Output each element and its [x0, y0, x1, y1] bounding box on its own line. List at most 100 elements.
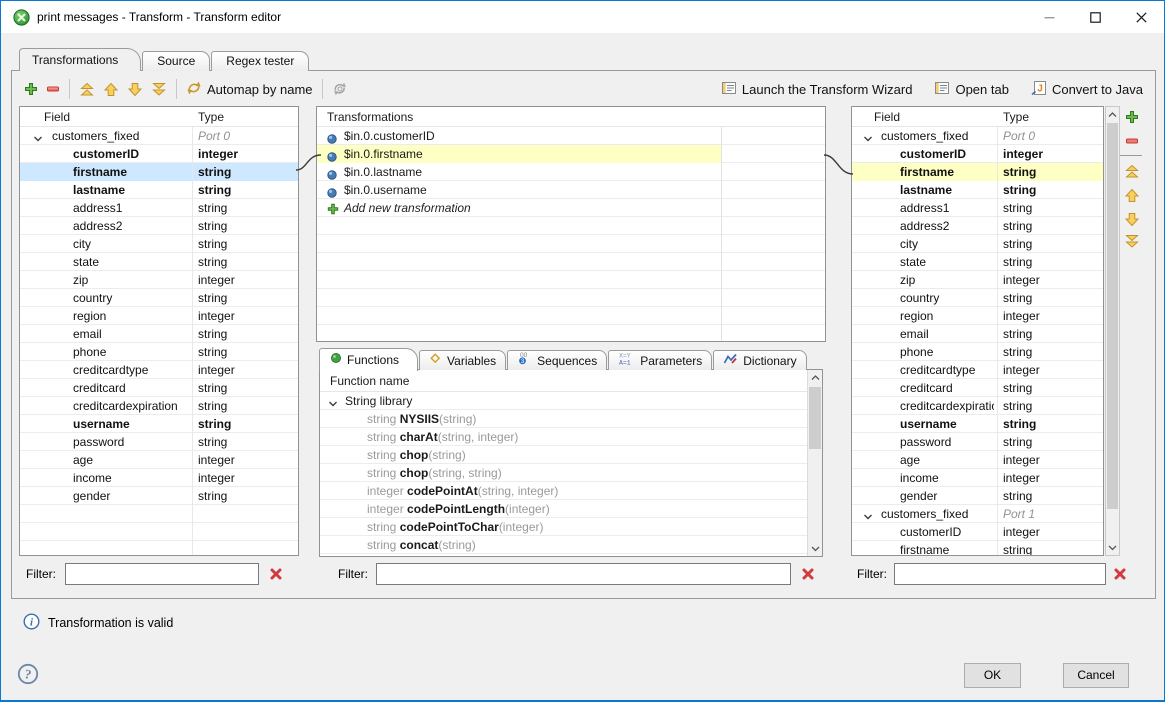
schema-field-row[interactable]: emailstring — [852, 325, 1103, 343]
schema-field-row[interactable]: citystring — [20, 235, 298, 253]
schema-field-row[interactable]: genderstring — [20, 487, 298, 505]
schema-field-row[interactable]: ageinteger — [852, 451, 1103, 469]
transformation-row[interactable]: $in.0.username — [317, 181, 825, 199]
schema-field-row[interactable]: incomeinteger — [852, 469, 1103, 487]
function-row[interactable]: string chop(string) — [320, 446, 807, 464]
schema-field-row[interactable]: address1string — [20, 199, 298, 217]
schema-field-row[interactable]: creditcardexpirationstring — [852, 397, 1103, 415]
schema-field-row[interactable]: phonestring — [852, 343, 1103, 361]
tab-regex-tester[interactable]: Regex tester — [211, 51, 309, 71]
tab-source[interactable]: Source — [142, 51, 210, 71]
transformation-row[interactable]: $in.0.customerID — [317, 127, 825, 145]
schema-group-row[interactable]: customers_fixedPort 0 — [20, 127, 298, 145]
function-row[interactable]: string NYSIIS(string) — [320, 410, 807, 428]
function-row[interactable]: string concat(string) — [320, 536, 807, 554]
tab-sequences[interactable]: 003Sequences — [507, 350, 607, 370]
schema-field-row[interactable]: countrystring — [852, 289, 1103, 307]
functions-filter-field[interactable] — [376, 563, 791, 585]
schema-field-row[interactable]: customerIDinteger — [20, 145, 298, 163]
add-transformation-row[interactable]: Add new transformation — [317, 199, 825, 217]
schema-field-row[interactable]: incomeinteger — [20, 469, 298, 487]
minimize-button[interactable] — [1026, 1, 1072, 33]
open-tab-button[interactable]: Open tab — [930, 78, 1013, 101]
scrollbar-thumb[interactable] — [809, 387, 821, 449]
schema-field-row[interactable]: address2string — [20, 217, 298, 235]
schema-field-row[interactable]: lastnamestring — [20, 181, 298, 199]
ok-button[interactable]: OK — [964, 663, 1021, 688]
schema-field-row[interactable]: lastnamestring — [852, 181, 1103, 199]
clear-filter-icon[interactable] — [799, 565, 817, 583]
convert-java-button[interactable]: J Convert to Java — [1027, 78, 1147, 101]
schema-field-row[interactable]: countrystring — [20, 289, 298, 307]
output-filter-field[interactable] — [894, 563, 1106, 585]
function-row[interactable]: string charAt(string, integer) — [320, 428, 807, 446]
schema-field-row[interactable]: creditcardstring — [852, 379, 1103, 397]
move-down-button[interactable] — [123, 80, 147, 99]
expand-icon[interactable] — [328, 396, 338, 414]
schema-field-row[interactable]: statestring — [852, 253, 1103, 271]
transformation-row[interactable]: $in.0.firstname — [317, 145, 721, 163]
schema-field-row[interactable]: statestring — [20, 253, 298, 271]
move-up-button[interactable] — [99, 80, 123, 99]
function-row[interactable]: string chop(string, string) — [320, 464, 807, 482]
move-down-output-button[interactable] — [1121, 209, 1143, 229]
schema-field-row[interactable]: customerIDinteger — [852, 523, 1103, 541]
move-top-button[interactable] — [75, 80, 99, 99]
schema-group-row[interactable]: customers_fixedPort 1 — [852, 505, 1103, 523]
schema-field-row[interactable]: genderstring — [852, 487, 1103, 505]
move-bottom-output-button[interactable] — [1121, 231, 1143, 251]
scroll-up-icon[interactable] — [808, 370, 822, 385]
output-table-scrollbar[interactable] — [1105, 106, 1120, 556]
remove-field-button[interactable] — [42, 80, 64, 98]
move-bottom-button[interactable] — [147, 80, 171, 99]
move-top-output-button[interactable] — [1121, 161, 1143, 181]
schema-field-row[interactable]: firstnamestring — [852, 541, 1103, 555]
scroll-up-icon[interactable] — [1106, 107, 1119, 122]
tab-variables[interactable]: Variables — [419, 350, 506, 370]
schema-field-row[interactable]: passwordstring — [20, 433, 298, 451]
scrollbar-thumb[interactable] — [1107, 123, 1118, 509]
automap-button[interactable]: Automap by name — [182, 78, 317, 101]
schema-field-row[interactable]: address2string — [852, 217, 1103, 235]
schema-field-row[interactable]: creditcardtypeinteger — [20, 361, 298, 379]
schema-field-row[interactable]: regioninteger — [20, 307, 298, 325]
tab-dictionary[interactable]: Dictionary — [713, 350, 806, 370]
scroll-down-icon[interactable] — [1106, 540, 1119, 555]
schema-field-row[interactable]: creditcardstring — [20, 379, 298, 397]
schema-group-row[interactable]: customers_fixedPort 0 — [852, 127, 1103, 145]
function-row[interactable]: string codePointToChar(integer) — [320, 518, 807, 536]
clear-filter-icon[interactable] — [267, 565, 285, 583]
schema-field-row[interactable]: firstnamestring — [20, 163, 298, 181]
schema-field-row[interactable]: zipinteger — [20, 271, 298, 289]
function-row[interactable]: integer codePointAt(string, integer) — [320, 482, 807, 500]
schema-field-row[interactable]: creditcardexpirationstring — [20, 397, 298, 415]
schema-field-row[interactable]: usernamestring — [852, 415, 1103, 433]
move-up-output-button[interactable] — [1121, 185, 1143, 205]
cancel-button[interactable]: Cancel — [1063, 663, 1129, 688]
schema-field-row[interactable]: phonestring — [20, 343, 298, 361]
function-library-group[interactable]: String library — [320, 392, 807, 410]
launch-wizard-button[interactable]: Launch the Transform Wizard — [717, 78, 917, 101]
help-button[interactable]: ? — [17, 663, 39, 688]
schema-field-row[interactable]: passwordstring — [852, 433, 1103, 451]
maximize-button[interactable] — [1072, 1, 1118, 33]
functions-scrollbar[interactable] — [807, 370, 822, 556]
tab-transformations[interactable]: Transformations — [19, 48, 141, 71]
add-output-field-button[interactable] — [1121, 107, 1143, 127]
schema-field-row[interactable]: creditcardtypeinteger — [852, 361, 1103, 379]
schema-field-row[interactable]: address1string — [852, 199, 1103, 217]
schema-field-row[interactable]: firstnamestring — [852, 163, 1103, 181]
scroll-down-icon[interactable] — [808, 541, 822, 556]
schema-field-row[interactable]: customerIDinteger — [852, 145, 1103, 163]
tab-parameters[interactable]: X=YA=1Parameters — [608, 350, 712, 370]
schema-field-row[interactable]: zipinteger — [852, 271, 1103, 289]
schema-field-row[interactable]: usernamestring — [20, 415, 298, 433]
add-field-button[interactable] — [20, 80, 42, 98]
tab-functions[interactable]: Functions — [319, 348, 418, 371]
function-row[interactable]: integer codePointLength(integer) — [320, 500, 807, 518]
schema-field-row[interactable]: ageinteger — [20, 451, 298, 469]
remove-output-field-button[interactable] — [1121, 131, 1143, 151]
close-button[interactable] — [1118, 1, 1164, 33]
transformation-row[interactable]: $in.0.lastname — [317, 163, 825, 181]
schema-field-row[interactable]: emailstring — [20, 325, 298, 343]
